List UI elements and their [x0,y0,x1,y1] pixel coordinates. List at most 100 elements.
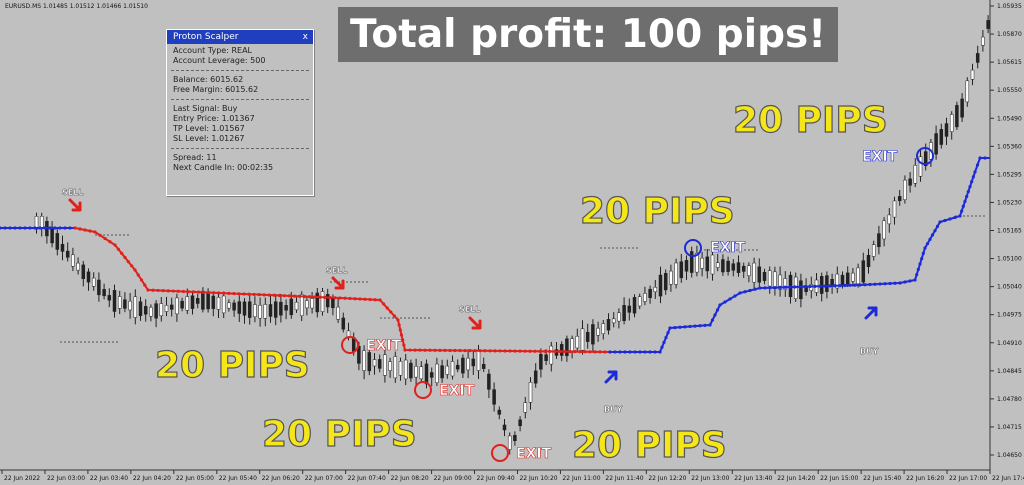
sell-trail-dot [313,295,317,299]
time-tick-label: 22 Jun 14:20 [777,475,815,482]
candle-body [965,80,970,103]
buy-trail-dot [664,336,668,340]
candle-body [268,304,273,317]
sell-signal-label: SELL [62,188,83,197]
sell-trail-dot [523,349,527,353]
buy-trail-dot [763,286,767,290]
buy-trail-dot [43,226,47,230]
candle-body [294,301,299,311]
buy-trail-dot [798,285,802,289]
sell-trail-dot [93,230,97,234]
proton-scalper-panel[interactable]: Proton Scalper x Account Type: REAL Acco… [166,29,314,196]
time-tick-label: 22 Jun 05:00 [176,475,214,482]
sell-trail-dot [578,350,582,354]
buy-trail-dot [673,326,677,330]
buy-trail-dot [935,224,940,228]
sell-trail-dot [396,318,400,322]
buy-trail-dot [913,278,917,282]
candle-body [164,305,169,312]
candle-body [175,297,179,315]
candle-body [409,362,413,379]
candle-body [871,244,876,257]
sell-trail-dot [277,293,281,298]
pips-label: 20 PIPS [580,191,735,232]
candle-body [107,295,112,301]
sell-trail-dot [583,350,587,354]
candle-body [195,298,200,304]
buy-trail-dot [683,325,687,329]
price-tick-label: 1.04780 [997,396,1022,403]
candle-body [383,354,387,376]
sell-trail-dot [123,255,127,260]
sell-trail-dot [151,288,155,292]
candle-body [221,295,226,314]
sell-trail-dot [222,291,226,295]
candle-body [736,262,741,273]
candle-body [606,319,611,331]
buy-trail-dot [710,318,715,322]
sell-trail-dot [389,310,393,314]
buy-trail-dot [666,331,670,335]
sell-trail-dot [513,349,517,353]
close-icon[interactable]: x [303,30,308,44]
sell-trail-dot [588,350,592,354]
sell-trail-dot [143,283,147,287]
buy-trail-dot [853,283,857,287]
panel-titlebar[interactable]: Proton Scalper x [167,30,313,44]
pips-label: 20 PIPS [262,414,417,455]
buy-trail-dot [783,285,787,289]
sell-trail-dot [252,292,256,297]
candle-body [50,226,54,244]
candle-body [939,129,944,145]
sell-trail-dot [212,291,216,295]
candle-body [913,165,918,184]
candle-body [242,301,247,316]
price-tick-label: 1.05615 [997,59,1022,66]
sell-trail-dot [363,297,367,301]
buy-trail-dot [48,226,52,230]
candle-body [91,277,96,287]
time-tick-label: 22 Jun 13:40 [734,475,772,482]
sell-trail-dot [553,349,557,354]
time-tick-label: 22 Jun 03:40 [90,475,128,482]
sell-trail-dot [368,297,372,302]
buy-trail-dot [863,283,867,287]
candle-body [138,301,143,316]
candle-body [955,105,959,128]
sell-trail-dot [413,348,417,352]
candle-body [117,296,122,309]
candle-body [648,288,652,298]
buy-trail-dot [848,283,852,287]
account-type: Account Type: REAL [173,46,252,55]
candle-body [393,356,398,379]
candle-body [752,262,756,283]
candle-body [201,290,205,310]
candle-body [190,295,195,309]
candle-body [585,331,590,342]
price-chart[interactable]: 1.05935 1.05870 1.05615 1.05550 1.05490 1.053… [0,0,1024,485]
buy-trail-dot [728,297,732,301]
buy-trail-dot [933,229,937,233]
sell-trail-dot [518,349,522,353]
buy-trail-dot [668,326,672,330]
buy-trail-dot [738,291,742,295]
buy-trail-dot [943,218,947,223]
sell-trail-dot [201,290,206,294]
time-tick-label: 22 Jun 05:40 [219,475,257,482]
price-tick-label: 1.05295 [997,171,1022,178]
sell-trail-dot [478,349,482,353]
candle-body [533,370,538,384]
buy-trail-dot [828,284,832,288]
buy-trail-dot [23,226,27,230]
candle-body [336,306,340,320]
buy-trail-dot [958,214,962,218]
sell-trail-dot [227,291,231,295]
buy-trail-dot [921,251,925,255]
price-tick-label: 1.05490 [997,115,1022,122]
buy-trail-dot [898,281,902,285]
time-tick-label: 22 Jun 09:00 [434,475,472,482]
sell-trail-dot [392,314,396,318]
buy-trail-dot [68,226,72,230]
candle-body [154,303,158,319]
price-tick-label: 1.04715 [997,424,1022,431]
